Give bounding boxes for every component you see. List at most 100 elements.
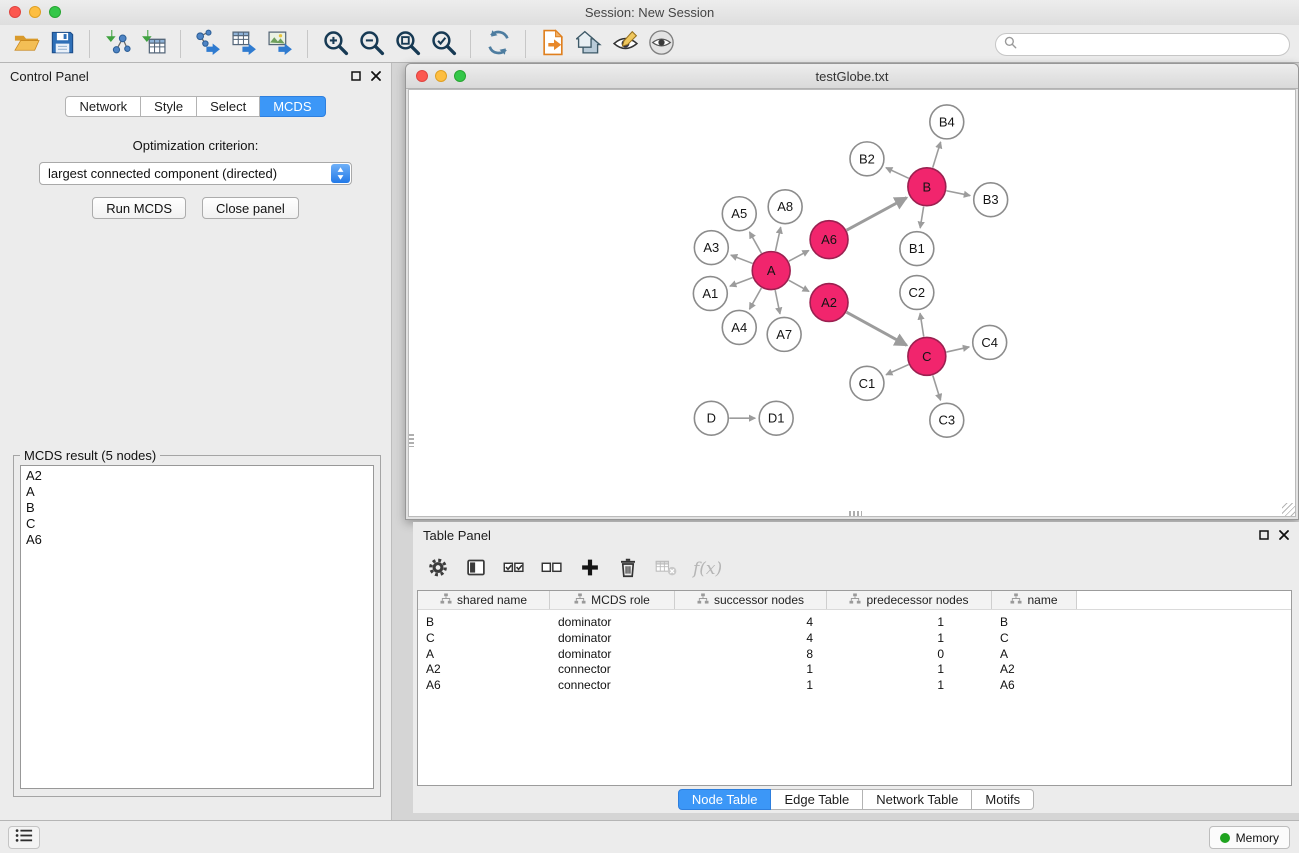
graphics-details-button[interactable] bbox=[607, 27, 643, 61]
tab-node-table[interactable]: Node Table bbox=[678, 789, 772, 810]
edge-B-B3[interactable] bbox=[946, 191, 970, 196]
memory-button[interactable]: Memory bbox=[1209, 826, 1290, 849]
node-C3[interactable]: C3 bbox=[930, 403, 964, 437]
mcds-result-item[interactable]: B bbox=[26, 500, 368, 516]
edge-A-A8[interactable] bbox=[775, 227, 780, 251]
import-table-button[interactable] bbox=[135, 27, 171, 61]
edge-B-B1[interactable] bbox=[920, 206, 923, 227]
table-cell[interactable]: A2 bbox=[418, 662, 550, 678]
table-cell[interactable]: 1 bbox=[827, 615, 992, 631]
node-B[interactable]: B bbox=[908, 168, 946, 206]
node-A[interactable]: A bbox=[752, 252, 790, 290]
network-canvas[interactable]: B4B2BB3A5A8A6B1A3AC2A1A2A4A7C4CC1C3DD1 bbox=[408, 89, 1296, 517]
table-row[interactable]: A6connector11A6 bbox=[418, 678, 1291, 694]
table-cell[interactable]: A2 bbox=[992, 662, 1077, 678]
search-input[interactable] bbox=[1022, 38, 1281, 52]
column-header-successor-nodes[interactable]: successor nodes bbox=[675, 591, 827, 609]
mcds-result-item[interactable]: C bbox=[26, 516, 368, 532]
table-row[interactable]: Cdominator41C bbox=[418, 631, 1291, 647]
mcds-result-item[interactable]: A6 bbox=[26, 532, 368, 548]
table-cell[interactable]: A bbox=[992, 647, 1077, 663]
table-cell[interactable]: 1 bbox=[827, 631, 992, 647]
table-close-panel-icon[interactable] bbox=[1279, 528, 1289, 543]
birds-eye-button[interactable] bbox=[643, 27, 679, 61]
node-D[interactable]: D bbox=[694, 401, 728, 435]
save-button[interactable] bbox=[44, 27, 80, 61]
columns-button[interactable] bbox=[465, 557, 487, 581]
import-network-button[interactable] bbox=[99, 27, 135, 61]
table-cell[interactable]: connector bbox=[550, 662, 675, 678]
zoom-selected-button[interactable] bbox=[425, 27, 461, 61]
panel-list-button[interactable] bbox=[8, 826, 40, 849]
table-cell[interactable]: 8 bbox=[675, 647, 827, 663]
table-cell[interactable]: dominator bbox=[550, 631, 675, 647]
network-close-button[interactable] bbox=[416, 70, 428, 82]
network-minimize-button[interactable] bbox=[435, 70, 447, 82]
table-row[interactable]: A2connector11A2 bbox=[418, 662, 1291, 678]
resize-grip-icon[interactable] bbox=[1282, 503, 1295, 516]
tab-style[interactable]: Style bbox=[141, 96, 197, 117]
table-cell[interactable]: 4 bbox=[675, 631, 827, 647]
node-C4[interactable]: C4 bbox=[973, 325, 1007, 359]
table-cell[interactable]: A bbox=[418, 647, 550, 663]
edge-A6-B[interactable] bbox=[847, 198, 907, 230]
table-row[interactable]: Adominator80A bbox=[418, 647, 1291, 663]
table-cell[interactable]: 1 bbox=[827, 678, 992, 694]
table-cell[interactable]: connector bbox=[550, 678, 675, 694]
column-header-mcds-role[interactable]: MCDS role bbox=[550, 591, 675, 609]
table-cell[interactable]: A6 bbox=[418, 678, 550, 694]
edge-A-A6[interactable] bbox=[789, 250, 809, 261]
minimize-window-button[interactable] bbox=[29, 6, 41, 18]
table-cell[interactable]: C bbox=[418, 631, 550, 647]
edge-C-C2[interactable] bbox=[920, 313, 924, 336]
node-A6[interactable]: A6 bbox=[810, 221, 848, 259]
node-B3[interactable]: B3 bbox=[974, 183, 1008, 217]
tab-edge-table[interactable]: Edge Table bbox=[771, 789, 863, 810]
column-header-predecessor-nodes[interactable]: predecessor nodes bbox=[827, 591, 992, 609]
mcds-result-list[interactable]: A2ABCA6 bbox=[20, 465, 374, 789]
zoom-out-button[interactable] bbox=[353, 27, 389, 61]
session-document-button[interactable] bbox=[535, 27, 571, 61]
node-C[interactable]: C bbox=[908, 337, 946, 375]
mcds-result-item[interactable]: A2 bbox=[26, 468, 368, 484]
delete-table-button[interactable] bbox=[655, 557, 677, 581]
node-A3[interactable]: A3 bbox=[694, 231, 728, 265]
edge-A-A5[interactable] bbox=[750, 232, 762, 253]
table-cell[interactable]: 1 bbox=[675, 662, 827, 678]
optimization-criterion-select[interactable]: largest connected component (directed) bbox=[39, 162, 352, 185]
vertical-scroll-indicator[interactable] bbox=[409, 434, 414, 447]
table-cell[interactable]: C bbox=[992, 631, 1077, 647]
edge-A-A3[interactable] bbox=[731, 255, 753, 263]
column-header-shared-name[interactable]: shared name bbox=[418, 591, 550, 609]
node-A4[interactable]: A4 bbox=[722, 310, 756, 344]
node-B2[interactable]: B2 bbox=[850, 142, 884, 176]
edge-B-B2[interactable] bbox=[886, 168, 909, 179]
node-A5[interactable]: A5 bbox=[722, 197, 756, 231]
edge-B-B4[interactable] bbox=[933, 142, 941, 168]
search-field[interactable] bbox=[995, 33, 1290, 56]
node-D1[interactable]: D1 bbox=[759, 401, 793, 435]
deselect-all-button[interactable] bbox=[541, 557, 563, 581]
node-A8[interactable]: A8 bbox=[768, 190, 802, 224]
edge-C-C3[interactable] bbox=[933, 375, 941, 400]
network-zoom-button[interactable] bbox=[454, 70, 466, 82]
table-cell[interactable]: 0 bbox=[827, 647, 992, 663]
table-cell[interactable]: A6 bbox=[992, 678, 1077, 694]
gear-button[interactable] bbox=[427, 557, 449, 581]
column-header-name[interactable]: name bbox=[992, 591, 1077, 609]
node-B4[interactable]: B4 bbox=[930, 105, 964, 139]
table-cell[interactable]: B bbox=[992, 615, 1077, 631]
node-B1[interactable]: B1 bbox=[900, 232, 934, 266]
zoom-fit-button[interactable] bbox=[389, 27, 425, 61]
edge-A-A1[interactable] bbox=[730, 278, 753, 287]
table-cell[interactable]: dominator bbox=[550, 615, 675, 631]
node-A1[interactable]: A1 bbox=[693, 277, 727, 311]
close-panel-button[interactable]: Close panel bbox=[202, 197, 299, 219]
mcds-result-item[interactable]: A bbox=[26, 484, 368, 500]
table-row[interactable]: Bdominator41B bbox=[418, 615, 1291, 631]
open-folder-button[interactable] bbox=[8, 27, 44, 61]
close-panel-icon[interactable] bbox=[371, 69, 381, 84]
edge-A-A7[interactable] bbox=[775, 290, 780, 314]
node-C1[interactable]: C1 bbox=[850, 366, 884, 400]
table-cell[interactable]: 1 bbox=[827, 662, 992, 678]
